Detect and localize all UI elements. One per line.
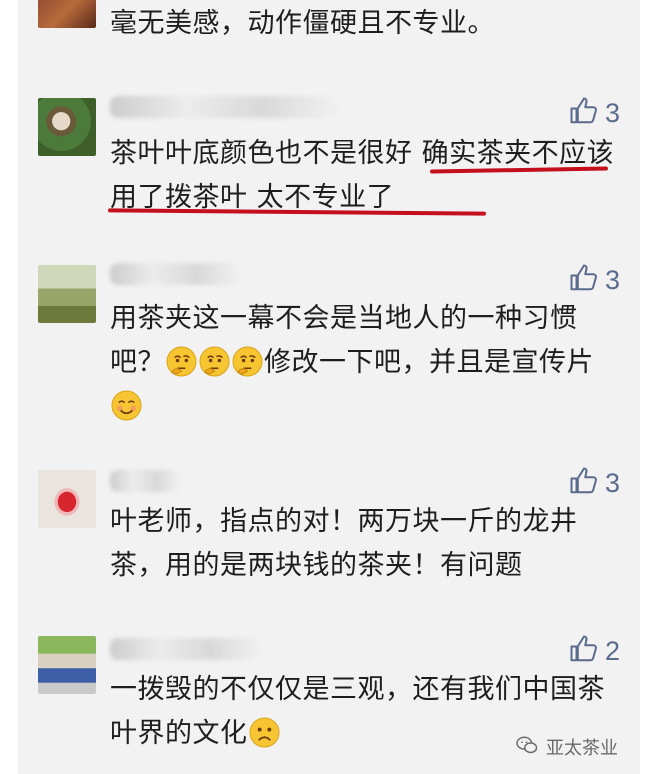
comment-list: 毫无美感，动作僵硬且不专业。 3 茶叶叶底颜色也不是很好 确实茶夹不应该用了拨茶…	[18, 0, 640, 774]
thumbs-up-icon	[569, 466, 599, 500]
avatar[interactable]	[38, 470, 96, 528]
avatar[interactable]	[38, 98, 96, 156]
comment-text: 茶叶叶底颜色也不是很好 确实茶夹不应该用了拨茶叶 太不专业了	[110, 138, 615, 213]
like-count: 2	[604, 636, 620, 666]
thumbs-up-icon	[569, 634, 599, 668]
username-redacted[interactable]	[110, 470, 180, 492]
like-button[interactable]: 3	[569, 466, 620, 500]
avatar[interactable]	[38, 636, 96, 694]
comment-item: 3 叶老师，指点的对！两万块一斤的龙井茶，用的是两块钱的茶夹！有问题	[18, 460, 640, 610]
comment-text: 用茶夹这一幕不会是当地人的一种习惯吧？ 修改一下吧，并且是宣传片	[110, 297, 620, 429]
like-count: 3	[604, 265, 620, 295]
like-count: 3	[604, 98, 620, 128]
watermark: 亚太茶业	[516, 734, 618, 760]
smiling-face-emoji-icon	[111, 390, 142, 421]
username-redacted[interactable]	[110, 638, 260, 660]
username-redacted[interactable]	[110, 96, 340, 118]
comment-item: 毫无美感，动作僵硬且不专业。	[18, 0, 640, 60]
like-button[interactable]: 2	[569, 634, 620, 668]
thumbs-up-icon	[569, 263, 599, 297]
username-redacted[interactable]	[110, 263, 240, 285]
like-button[interactable]: 3	[569, 96, 620, 130]
comment-text-part: 修改一下吧，并且是宣传片	[264, 347, 594, 378]
avatar[interactable]	[38, 0, 96, 28]
like-button[interactable]: 3	[569, 263, 620, 297]
comment-text: 毫无美感，动作僵硬且不专业。	[110, 8, 495, 39]
thinking-face-emoji-icon	[166, 346, 197, 377]
like-count: 3	[604, 468, 620, 498]
thinking-face-emoji-icon	[199, 346, 230, 377]
frowning-face-emoji-icon	[248, 717, 280, 748]
thumbs-up-icon	[569, 96, 599, 130]
avatar[interactable]	[38, 265, 96, 323]
wechat-icon	[516, 735, 538, 760]
watermark-label: 亚太茶业	[546, 738, 618, 759]
thinking-face-emoji-icon	[232, 346, 263, 377]
comment-text: 叶老师，指点的对！两万块一斤的龙井茶，用的是两块钱的茶夹！有问题	[110, 506, 578, 581]
comment-item: 3 茶叶叶底颜色也不是很好 确实茶夹不应该用了拨茶叶 太不专业了	[18, 90, 640, 230]
comment-item: 3 用茶夹这一幕不会是当地人的一种习惯吧？ 修改一下吧，并且是宣传片	[18, 255, 640, 425]
